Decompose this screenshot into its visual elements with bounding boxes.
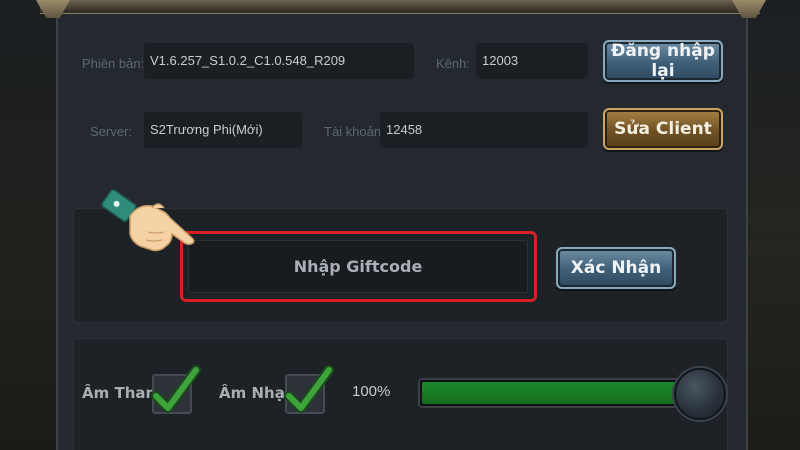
sfx-checkbox[interactable] xyxy=(151,365,201,414)
server-label: Server: xyxy=(90,124,132,139)
volume-slider-fill xyxy=(422,382,704,404)
channel-label: Kênh: xyxy=(436,56,470,71)
panel-top-frame xyxy=(40,0,760,14)
volume-percent: 100% xyxy=(352,383,391,400)
version-field: V1.6.257_S1.0.2_C1.0.548_R209 xyxy=(144,43,414,79)
checkmark-icon xyxy=(151,365,201,413)
server-field: S2Trương Phi(Mới) xyxy=(144,112,302,148)
giftcode-input[interactable]: Nhập Giftcode xyxy=(188,240,528,293)
background-left xyxy=(0,0,60,450)
confirm-button[interactable]: Xác Nhận xyxy=(556,247,676,289)
channel-field: 12003 xyxy=(476,43,588,79)
account-field: 12458 xyxy=(380,112,588,148)
volume-slider-track[interactable] xyxy=(418,378,708,408)
fix-client-button[interactable]: Sửa Client xyxy=(603,108,723,150)
pointing-hand-icon xyxy=(101,189,195,252)
relogin-button[interactable]: Đăng nhập lại xyxy=(603,40,723,82)
version-label: Phiên bản: xyxy=(82,56,145,71)
volume-slider-knob[interactable] xyxy=(674,368,726,420)
checkmark-icon xyxy=(284,365,334,413)
account-label: Tài khoản: xyxy=(324,124,385,139)
music-checkbox[interactable] xyxy=(284,365,334,414)
